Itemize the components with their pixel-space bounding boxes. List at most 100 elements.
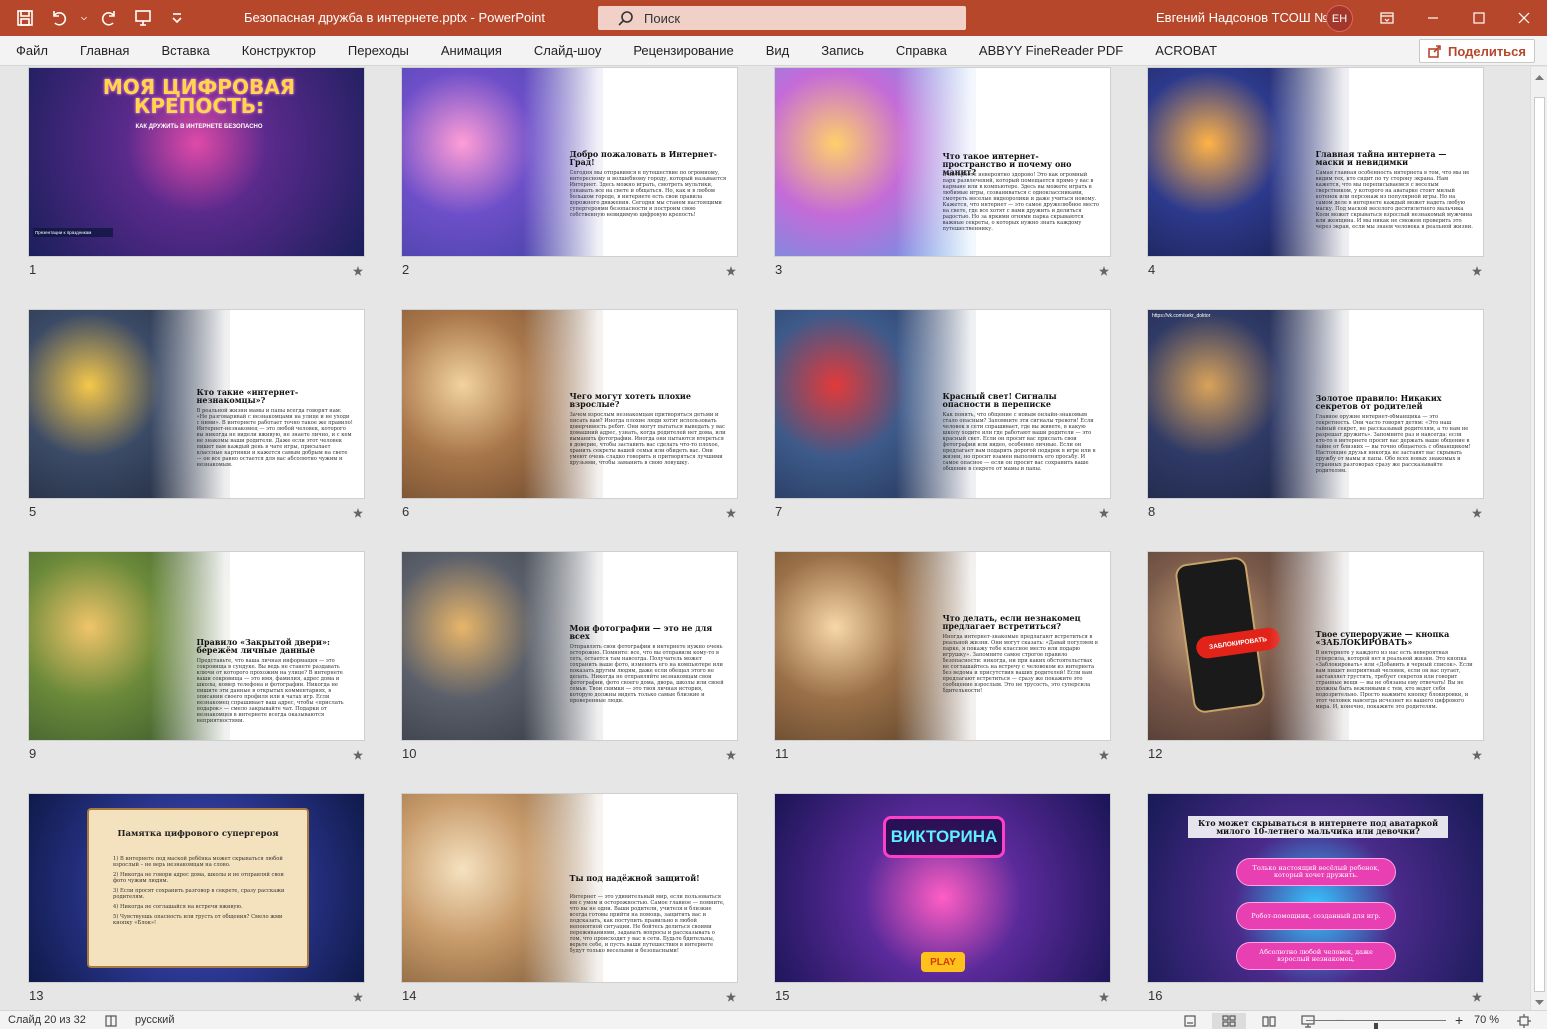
tab-record[interactable]: Запись	[805, 36, 880, 66]
share-button[interactable]: Поделиться	[1418, 39, 1535, 63]
tab-help[interactable]: Справка	[880, 36, 963, 66]
slide-thumbnail[interactable]: Что такое интернет-пространство и почему…	[774, 67, 1111, 257]
slide-thumbnail[interactable]: https://vk.com/sekr_doktor Золотое правил…	[1147, 309, 1484, 499]
redo-button[interactable]	[94, 3, 124, 33]
status-bar: Слайд 20 из 32 русский − + 70 %	[0, 1010, 1547, 1029]
slide-number: 6	[402, 504, 410, 519]
minimize-icon	[1428, 17, 1438, 19]
slide-number: 13	[29, 988, 44, 1003]
animation-star-icon	[1472, 507, 1482, 518]
zoom-slider-thumb[interactable]	[1374, 1023, 1378, 1029]
memo-item: 3) Если просят сохранить разговор в секр…	[113, 888, 285, 900]
slide-number: 9	[29, 746, 37, 761]
tab-animations[interactable]: Анимация	[425, 36, 518, 66]
slide-thumbnail[interactable]: Главная тайна интернета — маски и невиди…	[1147, 67, 1484, 257]
slide-number: 2	[402, 262, 410, 277]
animation-star-icon	[726, 991, 736, 1002]
language-indicator[interactable]: русский	[135, 1014, 174, 1026]
tab-design[interactable]: Конструктор	[226, 36, 332, 66]
maximize-button[interactable]	[1456, 0, 1502, 36]
slide-title: Добро пожаловать в Интернет-Град!	[569, 149, 717, 167]
slide-number: 12	[1148, 746, 1163, 761]
redo-icon	[101, 11, 115, 26]
zoom-level[interactable]: 70 %	[1474, 1014, 1499, 1026]
slide-thumbnail[interactable]: Правило «Закрытой двери»: бережём личные…	[28, 551, 365, 741]
animation-star-icon	[726, 507, 736, 518]
undo-dropdown-button[interactable]	[78, 3, 90, 33]
tab-transitions[interactable]: Переходы	[332, 36, 425, 66]
notes-button[interactable]	[1182, 1013, 1198, 1029]
play-button-illustration: PLAY	[921, 952, 965, 972]
tab-file[interactable]: Файл	[0, 36, 64, 66]
slide-title: Правило «Закрытой двери»: бережём личные…	[196, 637, 330, 655]
scroll-down-button[interactable]	[1535, 996, 1544, 1005]
slide-number: 10	[402, 746, 417, 761]
slide-thumbnail[interactable]: ЗАБЛОКИРОВАТЬ Твое супероружие — кнопка «…	[1147, 551, 1484, 741]
slide-thumbnail[interactable]: МОЯ ЦИФРОВАЯ КРЕПОСТЬ: КАК ДРУЖИТЬ В ИНТЕ…	[28, 67, 365, 257]
memo-item: 4) Никогда не соглашайся на встречи вжив…	[113, 904, 243, 910]
slide-thumbnail[interactable]: Памятка цифрового супергероя 1) В интерне…	[28, 793, 365, 983]
animation-star-icon	[1099, 749, 1109, 760]
scroll-thumb[interactable]	[1534, 97, 1545, 992]
slide-title: Кто может скрываться в интернете под ава…	[1188, 816, 1448, 838]
answer-option: Абсолютно любой человек, даже взрослый н…	[1236, 942, 1396, 970]
chevron-down-icon	[81, 16, 87, 21]
slide-thumbnail[interactable]: ВИКТОРИНА PLAY	[774, 793, 1111, 983]
slide-thumbnail[interactable]: Кто может скрываться в интернете под ава…	[1147, 793, 1484, 983]
slide-title: Чего могут хотеть плохие взрослые?	[569, 391, 691, 409]
slide-thumbnail[interactable]: Мои фотографии — это не для всех Отправля…	[401, 551, 738, 741]
close-button[interactable]	[1501, 0, 1547, 36]
vertical-scrollbar[interactable]	[1530, 67, 1547, 1010]
memo-item: 2) Никогда не говори адрес дома, школы и…	[113, 872, 284, 884]
slide-thumbnail[interactable]: Добро пожаловать в Интернет-Град! Сегодня…	[401, 67, 738, 257]
undo-button[interactable]	[44, 3, 74, 33]
slide-thumbnail[interactable]: Что делать, если незнакомец предлагает в…	[774, 551, 1111, 741]
zoom-in-button[interactable]: +	[1455, 1012, 1463, 1028]
fit-to-window-button[interactable]	[1516, 1013, 1532, 1029]
book-icon	[105, 1015, 117, 1027]
tab-acrobat[interactable]: ACROBAT	[1139, 36, 1233, 66]
grid-icon	[1222, 1015, 1236, 1027]
ribbon-display-options-button[interactable]	[1364, 0, 1410, 36]
scroll-up-button[interactable]	[1535, 71, 1544, 80]
slide-title: ВИКТОРИНА	[883, 816, 1005, 858]
slide-thumbnail[interactable]: Ты под надёжной защитой! Интернет — это у…	[401, 793, 738, 983]
ribbon-display-icon	[1380, 12, 1394, 24]
slide-body-text: В интернете у каждого из нас есть неверо…	[1315, 650, 1473, 710]
save-button[interactable]	[10, 3, 40, 33]
avatar[interactable]: ЕН	[1326, 5, 1353, 32]
slide-footer: Презентации к праздникам	[33, 228, 113, 237]
slide-sorter-view-button[interactable]	[1212, 1013, 1246, 1029]
tab-slideshow[interactable]: Слайд-шоу	[518, 36, 617, 66]
slide-thumbnail[interactable]: Кто такие «интернет-незнакомцы»? В реальн…	[28, 309, 365, 499]
presentation-icon	[135, 10, 151, 26]
customize-icon	[172, 13, 182, 24]
slide-body-text: Сегодня мы отправимся в путешествие по о…	[569, 170, 727, 218]
present-from-start-button[interactable]	[128, 3, 158, 33]
slide-title: Что делать, если незнакомец предлагает в…	[942, 613, 1081, 631]
slide-number: 7	[775, 504, 783, 519]
slide-thumbnail[interactable]: Чего могут хотеть плохие взрослые? Зачем …	[401, 309, 738, 499]
tab-review[interactable]: Рецензирование	[617, 36, 749, 66]
slideshow-view-button[interactable]	[1300, 1013, 1316, 1029]
slide-thumbnail[interactable]: Красный свет! Сигналы опасности в перепи…	[774, 309, 1111, 499]
slide-number: 4	[1148, 262, 1156, 277]
slide-subtitle: КАК ДРУЖИТЬ В ИНТЕРНЕТЕ БЕЗОПАСНО	[135, 124, 263, 130]
reading-view-button[interactable]	[1261, 1013, 1277, 1029]
reading-icon	[1262, 1016, 1276, 1027]
tab-insert[interactable]: Вставка	[145, 36, 225, 66]
customize-qat-button[interactable]	[162, 3, 192, 33]
slide-body-text: Иногда интернет-знакомые предлагают встр…	[942, 634, 1098, 694]
animation-star-icon	[1472, 265, 1482, 276]
tab-abbyy[interactable]: ABBYY FineReader PDF	[963, 36, 1139, 66]
spelling-button[interactable]	[103, 1013, 119, 1029]
slide-title: Красный свет! Сигналы опасности в перепи…	[942, 391, 1057, 409]
share-label: Поделиться	[1447, 43, 1526, 59]
tab-home[interactable]: Главная	[64, 36, 145, 66]
minimize-button[interactable]	[1410, 0, 1456, 36]
zoom-slider[interactable]	[1306, 1020, 1446, 1029]
tab-view[interactable]: Вид	[750, 36, 806, 66]
search-input[interactable]: Поиск	[598, 6, 966, 30]
slide-number: 3	[775, 262, 783, 277]
fit-window-icon	[1517, 1014, 1531, 1028]
